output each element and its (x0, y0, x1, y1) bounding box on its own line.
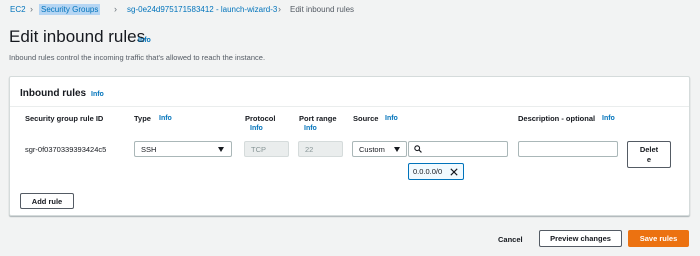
type-select-value: SSH (141, 144, 157, 154)
save-rules-button[interactable]: Save rules (628, 230, 689, 247)
add-rule-button[interactable]: Add rule (20, 193, 74, 209)
delete-button-label-line2: e (646, 154, 652, 164)
source-search-input[interactable] (408, 141, 508, 157)
cancel-button[interactable]: Cancel (498, 235, 523, 244)
description-input[interactable] (518, 141, 618, 157)
panel-divider (10, 106, 689, 107)
col-header-rule-id: Security group rule ID (25, 114, 104, 123)
col-header-protocol: Protocol (245, 114, 276, 123)
col-header-description: Description - optional (518, 114, 596, 123)
chevron-right-icon: › (278, 4, 281, 14)
inbound-rules-panel: Inbound rules Info Security group rule I… (9, 76, 690, 216)
rule-id-value: sgr-0f0370339393424c5 (25, 145, 107, 154)
port-range-info-link[interactable]: Info (304, 125, 317, 132)
page-description: Inbound rules control the incoming traff… (9, 53, 266, 62)
description-info-link[interactable]: Info (602, 115, 615, 122)
search-icon (414, 145, 422, 153)
cidr-token-value: 0.0.0.0/0 (413, 167, 443, 176)
source-type-value: Custom (359, 144, 385, 154)
port-range-value: 22 (305, 144, 314, 154)
cidr-token: 0.0.0.0/0 (408, 163, 464, 180)
breadcrumb-security-groups[interactable]: Security Groups (39, 4, 101, 15)
protocol-info-link[interactable]: Info (250, 125, 263, 132)
port-range-field: 22 (298, 141, 343, 157)
breadcrumb: EC2 › Security Groups › sg-0e24d97517158… (10, 4, 410, 15)
panel-info-link[interactable]: Info (91, 91, 104, 98)
delete-button-label-line1: Delet (639, 144, 659, 154)
page-title: Edit inbound rules (9, 27, 146, 46)
panel-title: Inbound rules (20, 88, 87, 99)
chevron-right-icon: › (114, 4, 117, 14)
col-header-source: Source (353, 114, 379, 123)
delete-button[interactable]: Delet e (627, 141, 671, 168)
type-info-link[interactable]: Info (159, 115, 172, 122)
breadcrumb-current: Edit inbound rules (290, 5, 355, 14)
close-icon[interactable] (450, 168, 458, 176)
breadcrumb-security-group-id[interactable]: sg-0e24d975171583412 - launch-wizard-3 (127, 5, 277, 14)
page-title-info-link[interactable]: Info (138, 37, 151, 44)
col-header-type: Type (134, 114, 151, 123)
source-info-link[interactable]: Info (385, 115, 398, 122)
caret-down-icon (218, 147, 224, 152)
caret-down-icon (394, 147, 400, 152)
breadcrumb-ec2[interactable]: EC2 (10, 5, 26, 14)
type-select[interactable]: SSH (134, 141, 232, 157)
chevron-right-icon: › (30, 4, 33, 14)
preview-changes-button[interactable]: Preview changes (539, 230, 622, 247)
source-type-select[interactable]: Custom (352, 141, 407, 157)
protocol-field: TCP (244, 141, 289, 157)
protocol-value: TCP (251, 144, 266, 154)
col-header-port-range: Port range (299, 114, 337, 123)
